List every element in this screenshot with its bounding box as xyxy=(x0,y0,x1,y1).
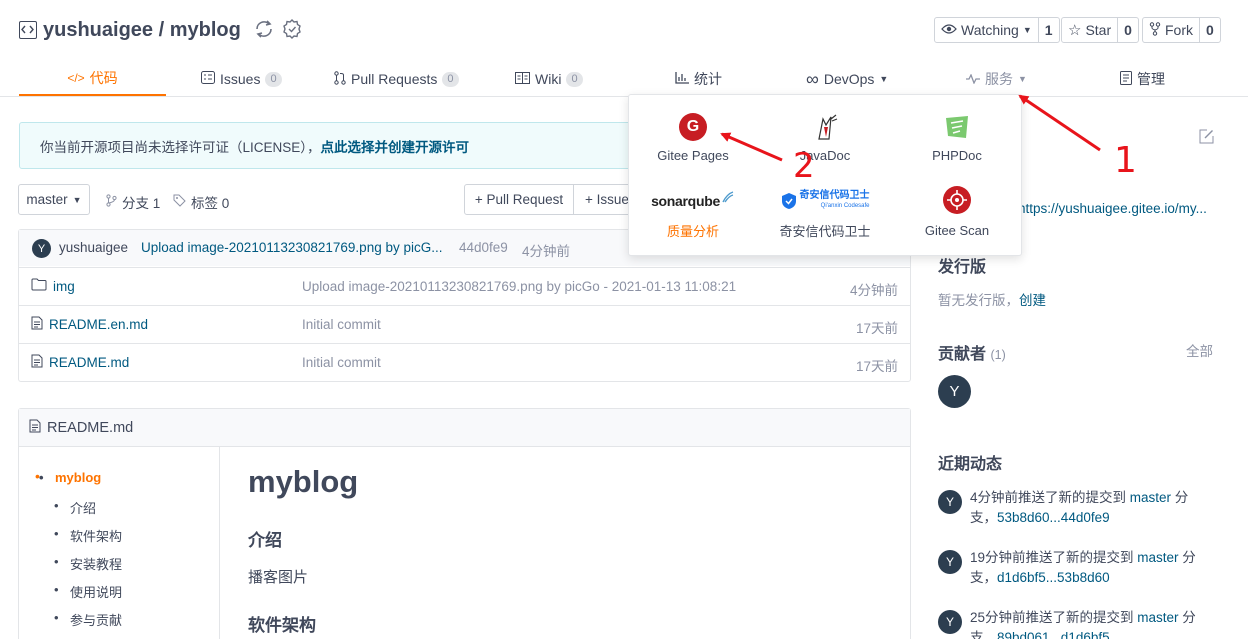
annotation-number-1: 1 xyxy=(1114,140,1137,181)
annotation-arrow-2 xyxy=(720,132,783,162)
annotation-arrows xyxy=(720,94,1101,162)
annotation-number-2: 2 xyxy=(793,146,815,186)
annotation-arrow-1 xyxy=(1018,94,1101,152)
